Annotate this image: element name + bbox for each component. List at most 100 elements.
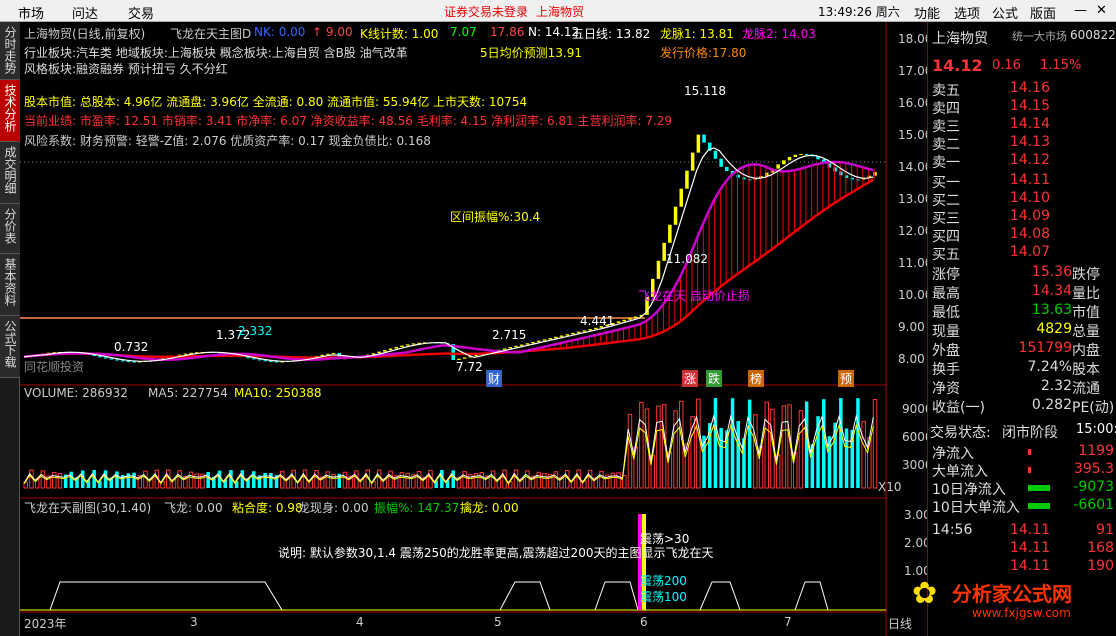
bid-row[interactable]: 买三 14.09 bbox=[932, 208, 1114, 227]
bid-row[interactable]: 买二 14.10 bbox=[932, 190, 1114, 209]
x-label: 3 bbox=[190, 615, 198, 629]
candle bbox=[804, 153, 809, 155]
bid-row[interactable]: 买四 14.08 bbox=[932, 226, 1114, 245]
flow-row: 大单流入 395.3 bbox=[932, 461, 1114, 480]
tab-formula-dl[interactable]: 公式下载 bbox=[0, 316, 20, 378]
tick-row: 14.11 168 bbox=[932, 540, 1114, 558]
volume-bar bbox=[730, 398, 735, 488]
kcount-v2: 17.86 bbox=[490, 25, 525, 39]
bid-label: 买一 bbox=[932, 175, 960, 191]
val-label: 0.732 bbox=[114, 340, 149, 354]
volume-bar bbox=[103, 470, 108, 488]
flow-bar bbox=[1028, 467, 1031, 473]
volume-bar bbox=[856, 398, 860, 488]
watermark: 同花顺投资 bbox=[24, 360, 85, 374]
x-label: 7 bbox=[784, 615, 792, 629]
stat-label: 最高 bbox=[932, 286, 960, 302]
marker-yu[interactable]: 预 bbox=[838, 370, 855, 387]
marker-bang[interactable]: 榜 bbox=[748, 370, 765, 387]
val-label: 2.715 bbox=[492, 328, 527, 342]
app-window: 市场 问达 交易 证券交易未登录 上海物贸 13:49:26 周六 功能 选项 … bbox=[0, 0, 1116, 636]
x-label: 5 bbox=[494, 615, 502, 629]
ask-row[interactable]: 卖一 14.12 bbox=[932, 152, 1114, 171]
ask-label: 卖一 bbox=[932, 155, 960, 171]
stat-label2: 市值 bbox=[1072, 305, 1100, 321]
ask-row[interactable]: 卖四 14.15 bbox=[932, 98, 1114, 117]
ask-price: 14.13 bbox=[1009, 134, 1050, 150]
tab-intraday[interactable]: 分时走势 bbox=[0, 22, 20, 80]
x-label: 2023年 bbox=[24, 617, 67, 631]
candle bbox=[702, 134, 706, 143]
stat-label: 现量 bbox=[932, 324, 960, 340]
bid-row[interactable]: 买五 14.07 bbox=[932, 244, 1114, 263]
ask-row[interactable]: 卖五 14.16 bbox=[932, 80, 1114, 99]
ask-row[interactable]: 卖二 14.13 bbox=[932, 134, 1114, 153]
close-icon[interactable]: ✕ bbox=[1096, 3, 1107, 18]
indicator-name[interactable]: 飞龙在天主图D bbox=[170, 25, 251, 42]
volume-bar bbox=[747, 399, 752, 488]
stat-value: 13.63 bbox=[1031, 302, 1072, 318]
candle bbox=[576, 331, 581, 333]
menu-func[interactable]: 功能 bbox=[914, 3, 940, 22]
chart-area[interactable]: 上海物贸(日线,前复权) 飞龙在天主图D NK: 0.00 ↑ 9.00 K线计… bbox=[20, 22, 940, 636]
menu-market[interactable]: 市场 bbox=[18, 3, 44, 22]
marker-cai[interactable]: 财 bbox=[486, 370, 503, 387]
candle bbox=[103, 357, 108, 359]
sub-nianhe: 粘合度: 0.98 bbox=[232, 501, 303, 515]
issue-price: 发行价格:17.80 bbox=[660, 46, 747, 60]
quote-panel: 上海物贸 统一大市场 600822 14.12 0.16 1.15% 卖五 14.… bbox=[912, 22, 1116, 636]
info-line5: 风险系数: 财务预警: 轻警-Z值: 2.076 优质资产率: 0.17 现金负… bbox=[24, 134, 431, 148]
menu-options[interactable]: 选项 bbox=[954, 3, 980, 22]
candle bbox=[246, 357, 250, 359]
stock-code: 600822 bbox=[1070, 28, 1116, 42]
menu-wenda[interactable]: 问达 bbox=[72, 3, 98, 22]
candle bbox=[519, 344, 524, 346]
minimize-icon[interactable]: — bbox=[1074, 3, 1087, 18]
info-line1: 行业板块:汽车类 地域板块:上海板块 概念板块:上海自贸 含B股 油气改革 bbox=[24, 46, 408, 60]
tab-fundamentals[interactable]: 基本资料 bbox=[0, 254, 20, 316]
candle bbox=[109, 358, 113, 360]
z200-label: 震荡200 bbox=[640, 574, 687, 588]
ask-row[interactable]: 卖三 14.14 bbox=[932, 116, 1114, 135]
candle bbox=[559, 335, 564, 337]
stat-value: 14.34 bbox=[1031, 283, 1072, 299]
marker-die[interactable]: 跌 bbox=[706, 370, 723, 387]
ask-price: 14.12 bbox=[1009, 152, 1050, 168]
marker-zhang[interactable]: 涨 bbox=[682, 370, 699, 387]
bid-row[interactable]: 买一 14.11 bbox=[932, 172, 1114, 191]
ask-price: 14.16 bbox=[1009, 80, 1050, 96]
volume-bar bbox=[269, 473, 273, 488]
ma5-value: 五日线: 13.82 bbox=[572, 27, 651, 41]
stat-row: 外盘 151799 内盘 bbox=[932, 340, 1114, 359]
candle bbox=[548, 338, 552, 340]
candle bbox=[531, 341, 535, 344]
bid-price: 14.10 bbox=[1009, 190, 1050, 206]
up-value: ↑ 9.00 bbox=[312, 25, 353, 39]
candle bbox=[696, 134, 701, 153]
info-line3: 股本市值: 总股本: 4.96亿 流通盘: 3.96亿 全流通: 0.80 流通… bbox=[24, 95, 528, 109]
candle bbox=[514, 345, 518, 348]
volume-bar bbox=[206, 471, 210, 488]
status-value: 闭市阶段 bbox=[1002, 425, 1058, 441]
x-label: 4 bbox=[356, 615, 364, 629]
tab-deals[interactable]: 成交明细 bbox=[0, 142, 20, 204]
side-tabs: 分时走势 技术分析 成交明细 分价表 基本资料 公式下载 bbox=[0, 22, 20, 636]
flow-label: 10日大单流入 bbox=[932, 500, 1020, 516]
flow-bar bbox=[1028, 503, 1050, 509]
menu-formula[interactable]: 公式 bbox=[992, 3, 1018, 22]
candle bbox=[787, 157, 792, 161]
login-status[interactable]: 证券交易未登录 bbox=[444, 3, 528, 20]
z100-label: 震荡100 bbox=[640, 590, 687, 604]
stat-label2: 内盘 bbox=[1072, 343, 1100, 359]
x10-label: X10 bbox=[878, 480, 902, 494]
bid-price: 14.11 bbox=[1009, 172, 1050, 188]
candle bbox=[183, 353, 188, 355]
tab-technical[interactable]: 技术分析 bbox=[0, 80, 20, 142]
menu-trade[interactable]: 交易 bbox=[128, 3, 154, 22]
range-label: 区间振幅%:30.4 bbox=[450, 210, 541, 224]
tab-price-table[interactable]: 分价表 bbox=[0, 204, 20, 254]
menu-layout[interactable]: 版面 bbox=[1030, 3, 1056, 22]
candle bbox=[782, 160, 786, 165]
tab-label: 基本资料 bbox=[3, 258, 17, 306]
nk-value: NK: 0.00 bbox=[254, 25, 306, 39]
